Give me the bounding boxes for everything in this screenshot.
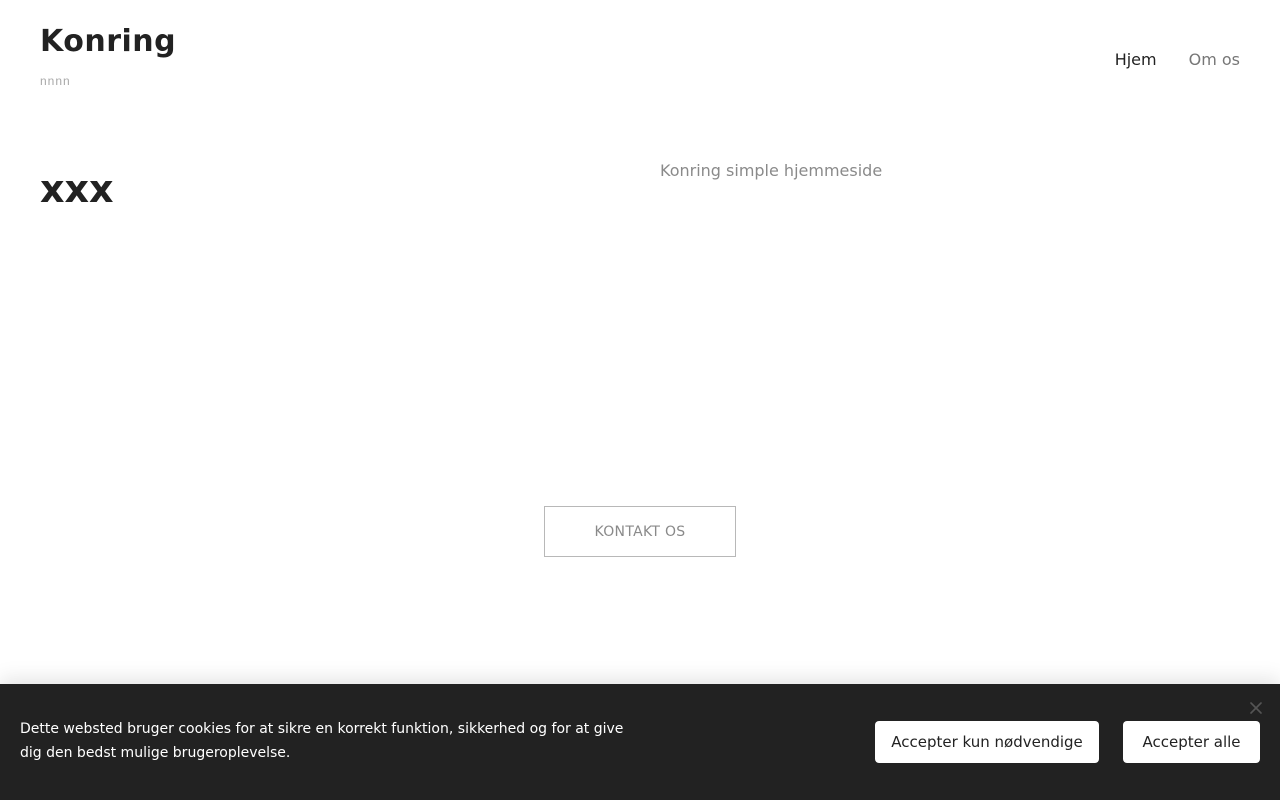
hero-subtitle: Konring simple hjemmeside xyxy=(660,161,883,180)
brand: Konring nnnn xyxy=(40,24,176,88)
contact-button[interactable]: KONTAKT OS xyxy=(544,506,736,557)
cookie-message: Dette websted bruger cookies for at sikr… xyxy=(20,721,624,761)
site-tagline: nnnn xyxy=(40,74,71,88)
nav-item-hjem[interactable]: Hjem xyxy=(1115,50,1157,70)
nav-item-om-os[interactable]: Om os xyxy=(1189,50,1240,70)
page-title: xxx xyxy=(40,167,114,211)
site-logo-link[interactable]: Konring xyxy=(40,24,176,60)
site-header: Konring nnnn Hjem Om os xyxy=(0,0,1280,110)
cookie-banner: Dette websted bruger cookies for at sikr… xyxy=(0,684,1280,800)
accept-necessary-button[interactable]: Accepter kun nødvendige xyxy=(875,721,1099,763)
close-icon[interactable] xyxy=(1246,698,1266,718)
close-icon-glyph xyxy=(1250,702,1262,714)
accept-all-button[interactable]: Accepter alle xyxy=(1123,721,1260,763)
main-nav: Hjem Om os xyxy=(1115,50,1240,70)
page: Konring nnnn Hjem Om os xxx Konring simp… xyxy=(0,0,1280,800)
